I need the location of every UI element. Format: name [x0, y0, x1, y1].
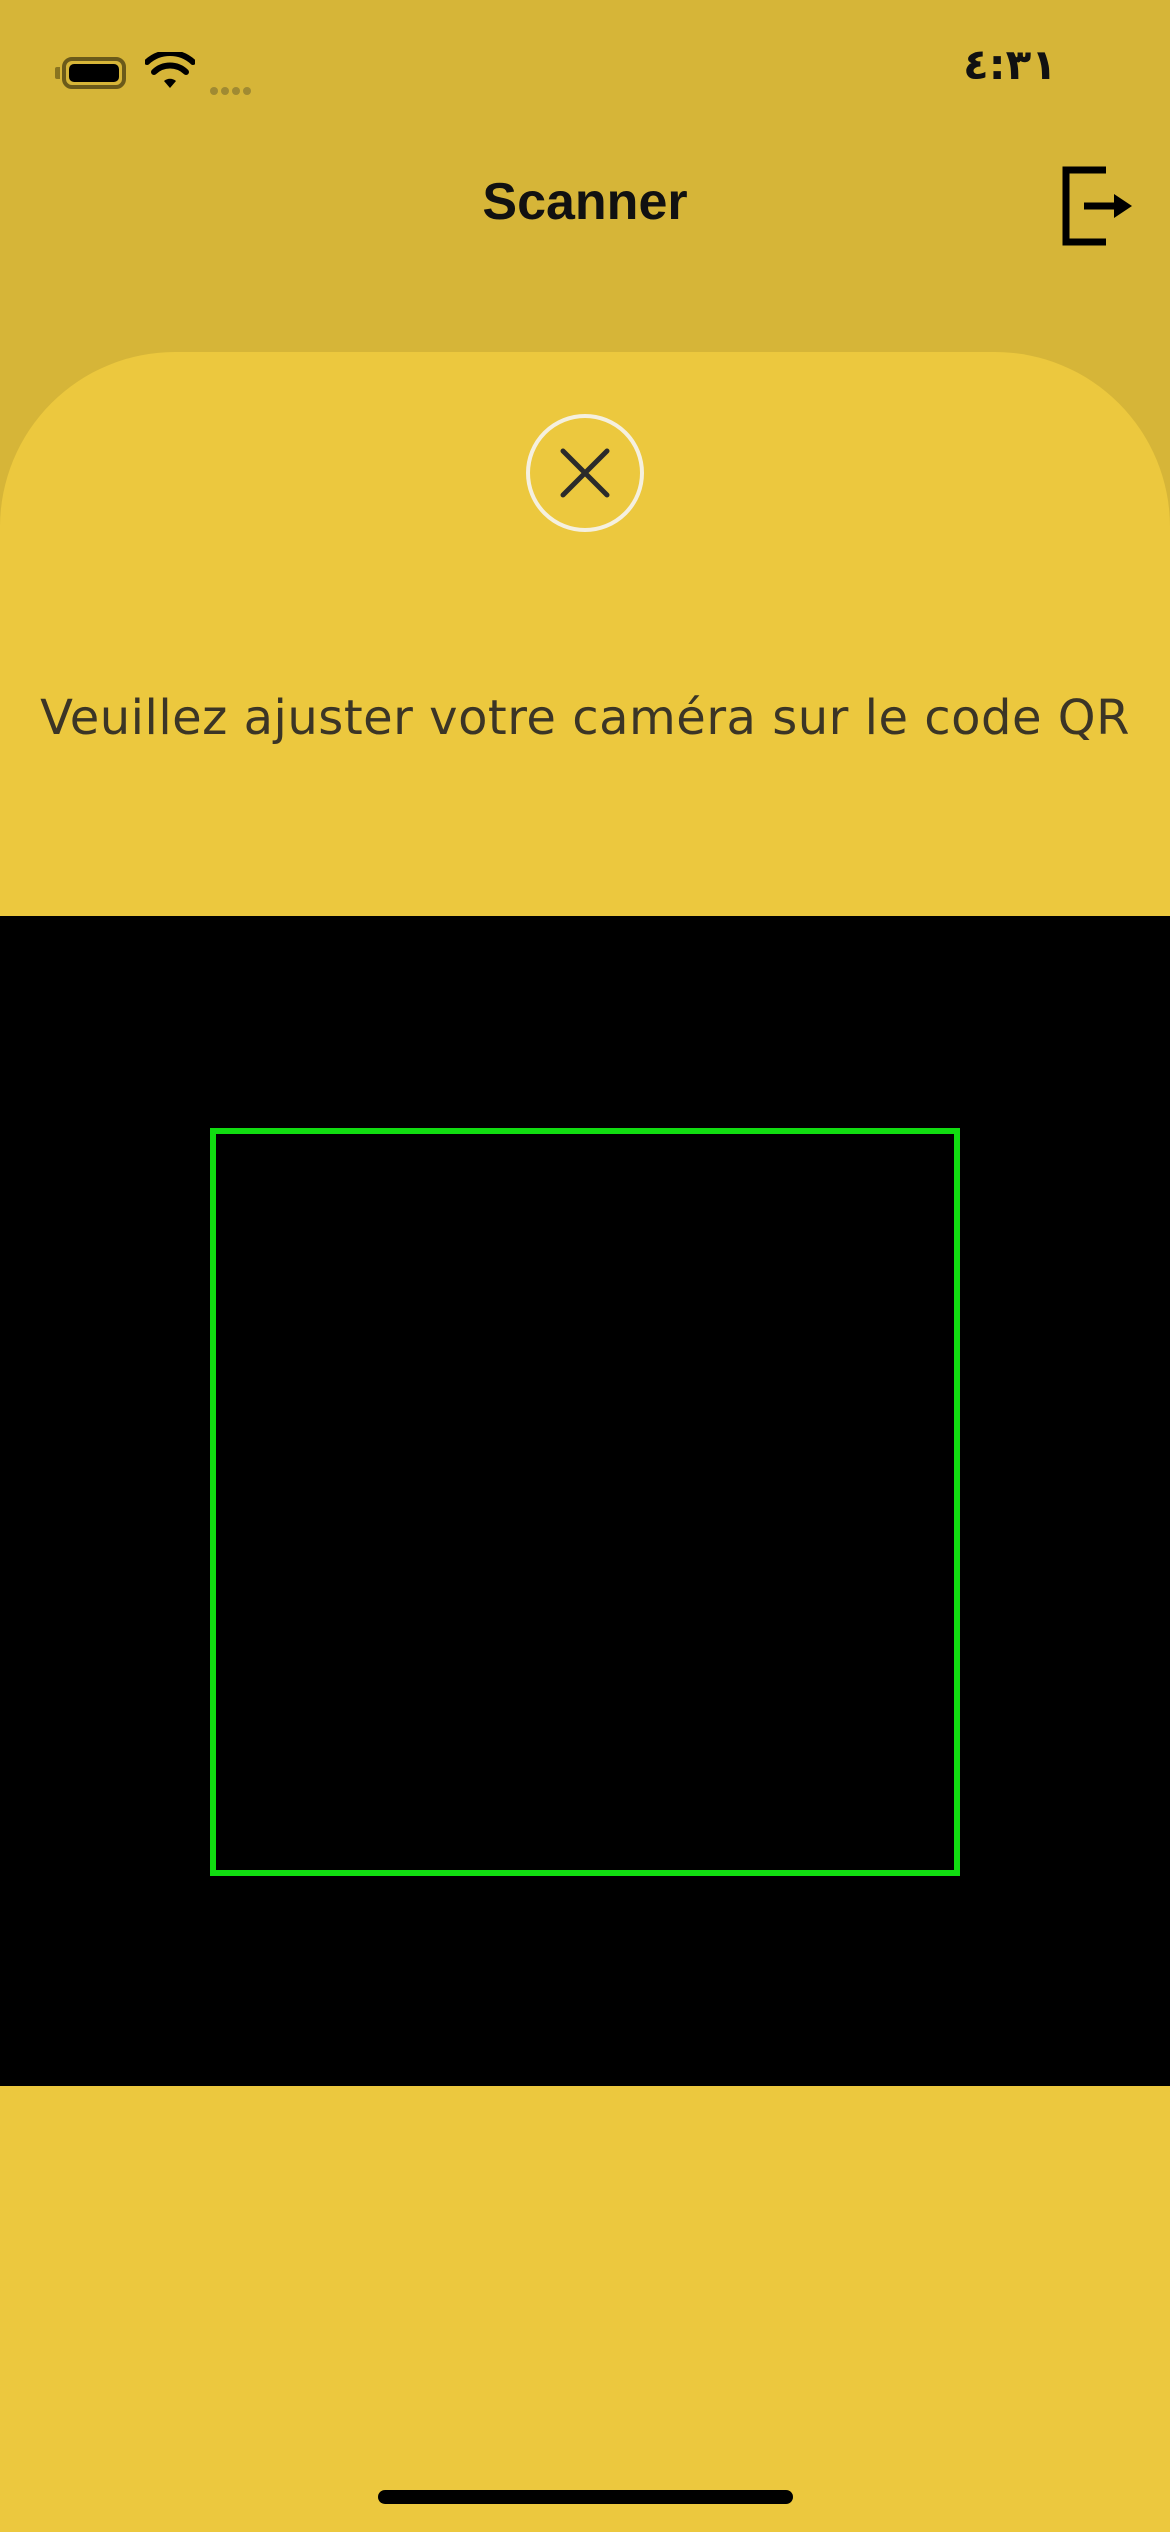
status-time: ٤:٣١ — [963, 40, 1057, 89]
battery-cap — [55, 67, 60, 79]
close-button[interactable] — [526, 414, 644, 532]
scan-instruction: Veuillez ajuster votre caméra sur le cod… — [40, 690, 1130, 746]
wifi-icon — [145, 52, 195, 88]
qr-scan-frame — [210, 1128, 960, 1876]
home-indicator[interactable] — [378, 2490, 793, 2504]
close-icon — [560, 448, 610, 498]
status-bar: ٤:٣١ — [0, 0, 1170, 150]
logout-icon[interactable] — [1062, 166, 1136, 246]
battery-icon — [62, 57, 126, 89]
page-title: Scanner — [482, 173, 688, 231]
signal-icon — [210, 80, 254, 99]
